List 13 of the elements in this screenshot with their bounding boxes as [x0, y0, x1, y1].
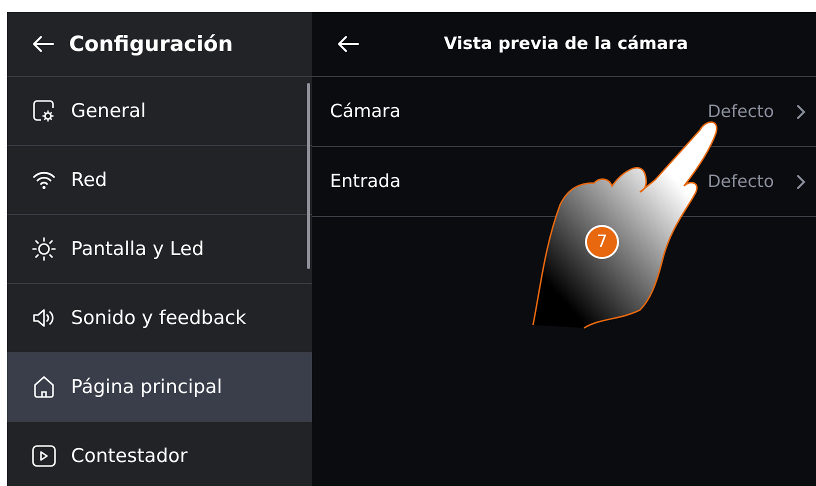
scrollbar[interactable]: [307, 83, 310, 269]
back-icon[interactable]: [31, 34, 55, 54]
sidebar-title: Configuración: [69, 32, 233, 56]
chevron-icon: [796, 104, 806, 120]
wifi-icon: [31, 169, 57, 191]
sun-icon: [31, 236, 57, 262]
page-title: Vista previa de la cámara: [442, 34, 690, 54]
back-icon[interactable]: [336, 34, 360, 54]
home-icon: [31, 374, 57, 400]
sidebar-item[interactable]: Página principal: [7, 353, 312, 422]
play-icon: [31, 444, 57, 468]
chevron-icon: [796, 174, 806, 190]
gear-icon: [31, 98, 57, 124]
